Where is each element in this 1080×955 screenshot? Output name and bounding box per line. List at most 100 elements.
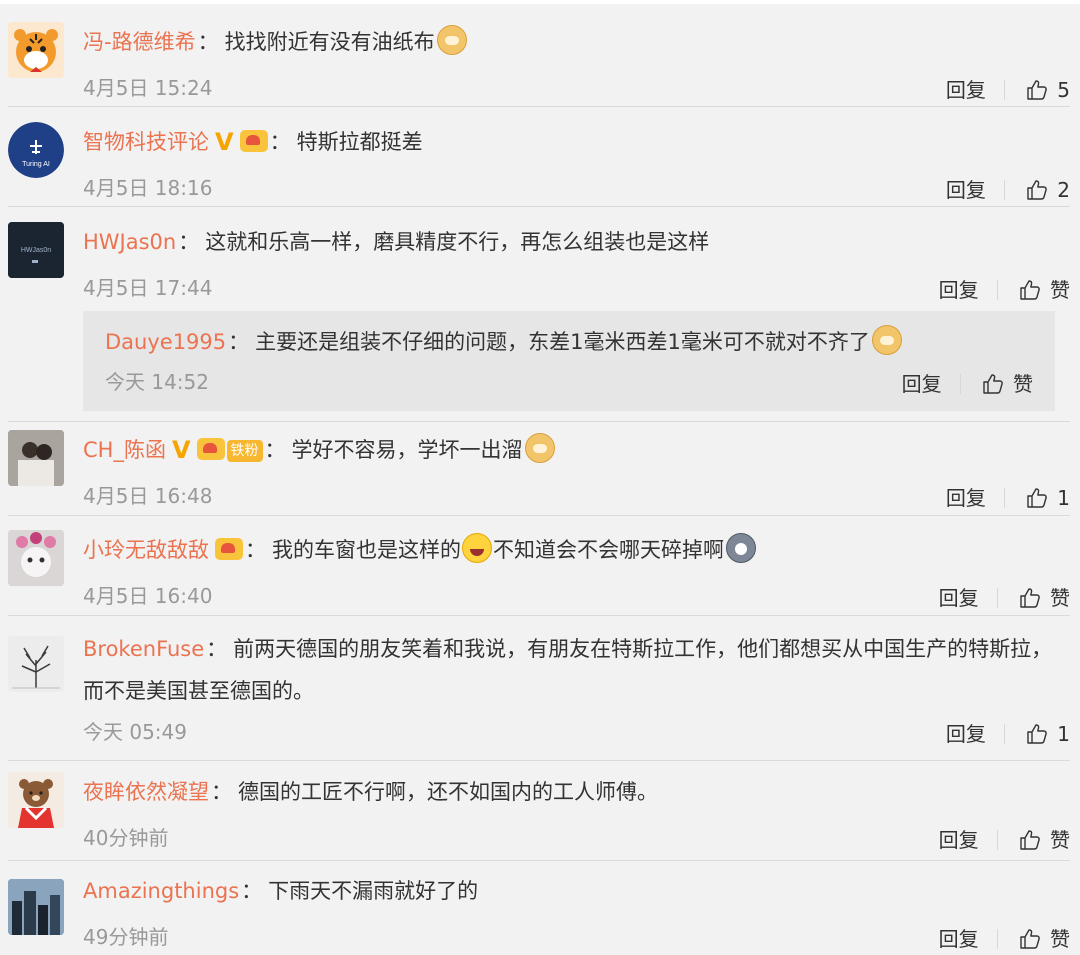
username-link[interactable]: BrokenFuse (83, 637, 204, 661)
comment-item: Turing AI 智物科技评论 V ：特斯拉都挺差 4月5日 18:16 回复 2 (8, 122, 1070, 202)
vip-crown-icon (239, 130, 268, 152)
action-divider (1003, 79, 1005, 100)
action-divider (996, 829, 998, 850)
comment-item: 小玲无敌敌敌 ：我的车窗也是这样的 不知道会不会哪天碎掉啊 4月5日 16:40 回… (8, 530, 1070, 610)
avatar[interactable]: Turing AI (8, 122, 64, 178)
reply-button[interactable]: 回复 (946, 174, 986, 206)
photo-avatar-icon (8, 430, 64, 486)
turing-ai-avatar-icon: Turing AI (8, 122, 64, 178)
comment-actions: 回复 2 (946, 172, 1070, 204)
colon: ： (228, 330, 250, 354)
like-count[interactable]: 2 (1057, 174, 1070, 206)
like-count[interactable]: 赞 (1050, 824, 1070, 856)
avatar[interactable] (8, 879, 64, 935)
comment-text: 找找附近有没有油纸布 (224, 30, 435, 54)
comment-text: 学好不容易，学坏一出溜 (291, 438, 523, 462)
comment-time: 40分钟前 (83, 826, 169, 850)
reply-button[interactable]: 回复 (946, 482, 986, 514)
comment-item: HWJas0n HWJas0n： 这就和乐高一样，磨具精度不行，再怎么组装也是这样… (8, 222, 1070, 302)
reply-time: 今天 14:52 (105, 370, 209, 394)
doge-emoji-icon (871, 325, 902, 355)
like-count[interactable]: 1 (1057, 482, 1070, 514)
vip-crown-icon (215, 538, 243, 560)
action-divider (959, 373, 961, 394)
username-link[interactable]: Amazingthings (83, 879, 239, 903)
divider (8, 515, 1070, 516)
avatar-label: Turing AI (22, 161, 50, 168)
comment-text: 下雨天不漏雨就好了的 (268, 879, 479, 903)
like-count[interactable]: 5 (1057, 74, 1070, 106)
verified-v-icon: V (171, 436, 191, 464)
comment-text: 这就和乐高一样，磨具精度不行，再怎么组装也是这样 (205, 230, 710, 254)
comment-time: 4月5日 17:44 (83, 276, 213, 300)
doge-emoji-icon (524, 433, 555, 463)
reply-button[interactable]: 回复 (939, 582, 979, 614)
username-link[interactable]: 夜眸依然凝望 (83, 780, 209, 804)
hwjason-avatar-icon: HWJas0n (8, 222, 64, 278)
avatar[interactable]: HWJas0n (8, 222, 64, 278)
avatar[interactable] (8, 430, 64, 486)
comment-item: CH_陈函 V 铁粉：学好不容易，学坏一出溜 4月5日 16:48 回复 1 (8, 430, 1070, 510)
avatar[interactable] (8, 772, 64, 828)
like-count[interactable]: 赞 (1013, 369, 1033, 399)
thumbs-up-icon[interactable] (1018, 828, 1042, 852)
cat-avatar-icon (8, 530, 64, 586)
nested-reply: Dauye1995： 主要还是组装不仔细的问题，东差1毫米西差1毫米可不就对不齐了… (83, 311, 1055, 411)
reply-button[interactable]: 回复 (939, 824, 979, 856)
thumbs-up-icon[interactable] (1025, 486, 1049, 510)
username-link[interactable]: 小玲无敌敌敌 (83, 538, 209, 562)
vip-crown-icon (196, 438, 225, 460)
comment-content: CH_陈函 V 铁粉：学好不容易，学坏一出溜 (83, 430, 555, 470)
avatar[interactable] (8, 530, 64, 586)
laughing-emoji-icon (462, 533, 492, 563)
colon: ： (264, 438, 286, 462)
comment-content: 小玲无敌敌敌 ：我的车窗也是这样的 不知道会不会哪天碎掉啊 (83, 530, 756, 570)
thumbs-up-icon[interactable] (1025, 722, 1049, 746)
comment-actions: 回复 1 (946, 716, 1070, 748)
avatar[interactable] (8, 22, 64, 78)
avatar[interactable] (8, 636, 64, 692)
like-count[interactable]: 1 (1057, 718, 1070, 750)
reply-button[interactable]: 回复 (939, 923, 979, 955)
username-link[interactable]: HWJas0n (83, 230, 176, 254)
thumbs-up-icon[interactable] (1025, 178, 1049, 202)
colon: ： (245, 538, 266, 562)
like-count[interactable]: 赞 (1050, 923, 1070, 955)
like-count[interactable]: 赞 (1050, 274, 1070, 306)
reply-text: 主要还是组装不仔细的问题，东差1毫米西差1毫米可不就对不齐了 (255, 330, 870, 354)
reply-button[interactable]: 回复 (902, 369, 942, 399)
colon: ： (206, 637, 228, 661)
comment-list: 冯-路德维希： 找找附近有没有油纸布 4月5日 15:24 回复 5 Turing… (0, 0, 1080, 955)
like-count[interactable]: 赞 (1050, 582, 1070, 614)
thumbs-up-icon[interactable] (1025, 78, 1049, 102)
username-link[interactable]: 冯-路德维希 (83, 30, 196, 54)
comment-item: 冯-路德维希： 找找附近有没有油纸布 4月5日 15:24 回复 5 (8, 22, 1070, 102)
username-link[interactable]: 智物科技评论 (83, 130, 209, 154)
comment-content: 夜眸依然凝望： 德国的工匠不行啊，还不如国内的工人师傅。 (83, 772, 658, 812)
verified-v-icon: V (215, 128, 234, 156)
colon: ： (178, 230, 200, 254)
avatar-label: HWJas0n (21, 247, 51, 254)
comment-time: 4月5日 16:40 (83, 584, 213, 608)
colon: ： (269, 130, 291, 154)
thumbs-up-icon[interactable] (1018, 927, 1042, 951)
colon: ： (197, 30, 219, 54)
thumbs-up-icon[interactable] (1018, 586, 1042, 610)
comment-actions: 回复 赞 (939, 272, 1070, 304)
bear-avatar-icon (8, 772, 64, 828)
action-divider (996, 279, 998, 300)
username-link[interactable]: CH_陈函 (83, 438, 166, 462)
comment-time: 4月5日 15:24 (83, 76, 213, 100)
username-link[interactable]: Dauye1995 (105, 330, 226, 354)
reply-button[interactable]: 回复 (939, 274, 979, 306)
comment-text-continued: 不知道会不会哪天碎掉啊 (493, 538, 724, 562)
divider (8, 760, 1070, 761)
thumbs-up-icon[interactable] (1018, 278, 1042, 302)
tiger-avatar-icon (8, 22, 64, 78)
divider (8, 206, 1070, 207)
divider (8, 421, 1070, 422)
action-divider (996, 928, 998, 949)
reply-button[interactable]: 回复 (946, 74, 986, 106)
thumbs-up-icon[interactable] (981, 372, 1005, 396)
reply-button[interactable]: 回复 (946, 718, 986, 750)
